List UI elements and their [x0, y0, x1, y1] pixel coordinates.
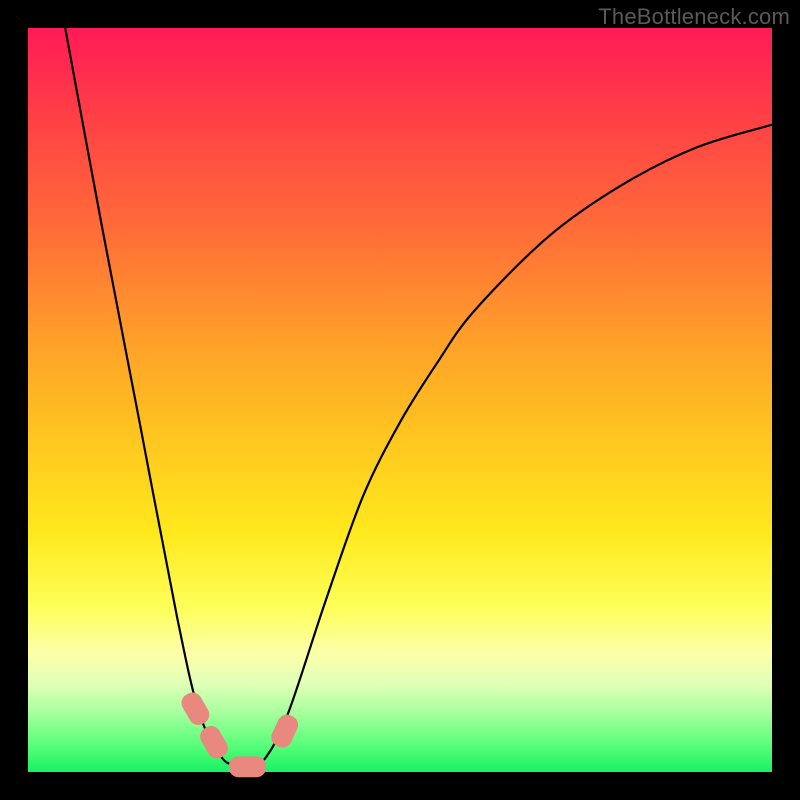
watermark-text: TheBottleneck.com: [598, 4, 790, 30]
plot-area: [28, 28, 772, 772]
curve-marker: [178, 689, 213, 728]
curve-markers: [178, 689, 301, 777]
curve-marker: [197, 723, 232, 762]
curve-marker: [229, 756, 266, 777]
chart-frame: TheBottleneck.com: [0, 0, 800, 800]
chart-svg: [28, 28, 772, 772]
bottleneck-curve: [65, 28, 772, 765]
